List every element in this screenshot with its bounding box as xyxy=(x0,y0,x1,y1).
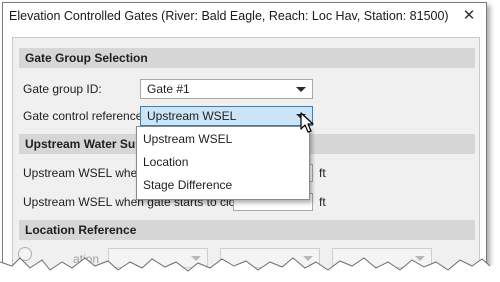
gate-control-reference-label: Gate control reference: xyxy=(23,109,146,123)
location-section-header: Location Reference xyxy=(19,220,475,240)
location-reach-select[interactable] xyxy=(220,248,320,268)
window-title: Elevation Controlled Gates (River: Bald … xyxy=(9,9,449,23)
gate-group-section-header: Gate Group Selection xyxy=(19,48,475,68)
upstream-wsel-close-unit: ft xyxy=(319,195,326,209)
location-station-select[interactable] xyxy=(332,248,432,268)
upstream-wsel-open-unit: ft xyxy=(319,166,326,180)
chevron-down-icon xyxy=(296,87,306,92)
dropdown-option-location[interactable]: Location xyxy=(137,151,307,173)
location-radio-button[interactable] xyxy=(18,247,32,261)
dropdown-option-upstream-wsel[interactable]: Upstream WSEL xyxy=(137,128,307,150)
chevron-down-icon xyxy=(191,256,201,261)
chevron-down-icon xyxy=(415,256,425,261)
gate-group-id-value: Gate #1 xyxy=(147,82,190,96)
location-river-select[interactable] xyxy=(108,248,208,268)
gate-group-id-select[interactable]: Gate #1 xyxy=(140,79,313,99)
close-button[interactable]: ✕ xyxy=(458,5,480,27)
mouse-pointer-icon xyxy=(300,112,314,133)
gate-group-id-label: Gate group ID: xyxy=(23,82,102,96)
chevron-down-icon xyxy=(303,256,313,261)
dropdown-option-stage-difference[interactable]: Stage Difference xyxy=(137,174,307,196)
title-bar: Elevation Controlled Gates (River: Bald … xyxy=(3,3,486,31)
location-partial-label: ation xyxy=(73,252,100,266)
gate-control-reference-select[interactable]: Upstream WSEL xyxy=(140,106,313,126)
gate-control-reference-dropdown: Upstream WSEL Location Stage Difference xyxy=(136,126,310,200)
gate-control-reference-value: Upstream WSEL xyxy=(147,109,237,123)
